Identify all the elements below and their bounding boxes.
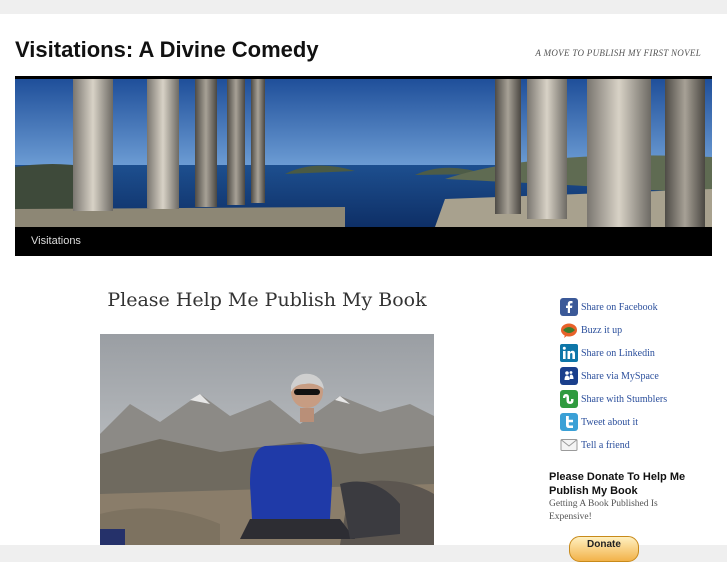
share-stumbleupon-link[interactable]: Share with Stumblers <box>560 390 667 408</box>
donate-widget-title: Please Donate To Help Me Publish My Book <box>549 471 686 497</box>
share-label: Share on Facebook <box>581 301 658 313</box>
share-label: Share on Linkedin <box>581 347 655 359</box>
facebook-icon <box>560 298 578 316</box>
header-banner-image <box>15 79 712 227</box>
stumbleupon-icon <box>560 390 578 408</box>
myspace-icon <box>560 367 578 385</box>
share-twitter-link[interactable]: Tweet about it <box>560 413 638 431</box>
linkedin-icon <box>560 344 578 362</box>
share-myspace-link[interactable]: Share via MySpace <box>560 367 659 385</box>
author-mountain-illustration <box>100 334 434 545</box>
buzz-icon <box>561 323 577 338</box>
share-facebook-link[interactable]: Share on Facebook <box>560 298 658 316</box>
temple-banner-illustration <box>15 79 712 227</box>
donate-widget-text: Getting A Book Published Is Expensive! <box>549 499 658 522</box>
share-label: Share with Stumblers <box>581 393 668 405</box>
nav-item-visitations[interactable]: Visitations <box>31 235 81 247</box>
site-tagline: A MOVE TO PUBLISH MY FIRST NOVEL <box>535 48 701 58</box>
share-label: Share via MySpace <box>581 370 659 382</box>
page-body: Visitations: A Divine Comedy A MOVE TO P… <box>0 14 727 562</box>
share-label: Tweet about it <box>581 416 639 428</box>
main-navigation: Visitations <box>15 227 712 256</box>
post-title[interactable]: Please Help Me Publish My Book <box>100 289 434 311</box>
share-linkedin-link[interactable]: Share on Linkedin <box>560 344 655 362</box>
donate-button[interactable]: Donate <box>569 536 639 562</box>
share-label: Buzz it up <box>581 324 623 336</box>
email-icon <box>560 439 578 451</box>
share-email-link[interactable]: Tell a friend <box>560 436 630 454</box>
post-author-photo <box>100 334 434 545</box>
share-buzz-link[interactable]: Buzz it up <box>560 321 622 339</box>
twitter-icon <box>560 413 578 431</box>
share-label: Tell a friend <box>581 439 630 451</box>
site-title[interactable]: Visitations: A Divine Comedy <box>15 36 319 64</box>
